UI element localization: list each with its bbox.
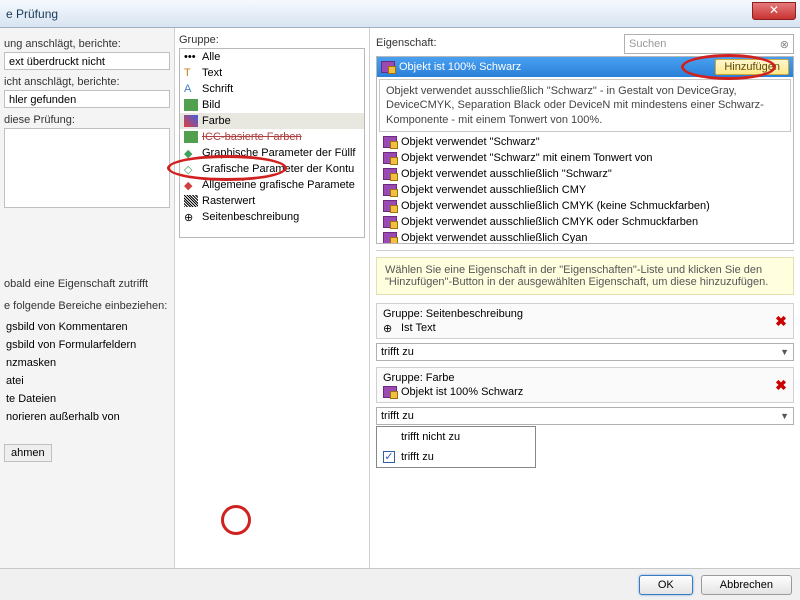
property-icon — [383, 136, 397, 148]
cond-prop: Ist Text — [401, 322, 436, 334]
chevron-down-icon: ▼ — [780, 347, 789, 357]
property-icon — [383, 184, 397, 196]
group-item-font[interactable]: ASchrift — [180, 81, 364, 97]
search-input[interactable]: Suchen ⊗ — [624, 34, 794, 54]
group-item-fill[interactable]: ◆Graphische Parameter der Füllf — [180, 145, 364, 161]
hint-text: Wählen Sie eine Eigenschaft in der "Eige… — [376, 257, 794, 295]
property-row[interactable]: Objekt verwendet ausschließlich Cyan — [377, 230, 793, 244]
page-icon: ⊕ — [383, 322, 397, 334]
property-row[interactable]: Objekt verwendet ausschließlich "Schwarz… — [377, 166, 793, 182]
page-icon: ⊕ — [184, 211, 198, 223]
clear-icon[interactable]: ⊗ — [780, 38, 789, 51]
property-icon — [383, 168, 397, 180]
cond-group: Gruppe: Farbe — [383, 372, 787, 384]
color-icon — [184, 115, 198, 127]
list-item[interactable]: nzmasken — [4, 354, 170, 372]
report-miss-input[interactable]: hler gefunden — [4, 90, 170, 108]
text-icon: T — [184, 67, 198, 79]
ok-button[interactable]: OK — [639, 575, 693, 595]
diamond-icon: ◆ — [184, 179, 198, 191]
group-item-icc[interactable]: ICC-basierte Farben — [180, 129, 364, 145]
property-row[interactable]: Objekt verwendet "Schwarz" — [377, 134, 793, 150]
property-icon — [383, 232, 397, 244]
areas-list: gsbild von Kommentaren gsbild von Formul… — [4, 318, 170, 426]
cond-group: Gruppe: Seitenbeschreibung — [383, 308, 787, 320]
groups-panel: Gruppe: •••Alle TText ASchrift Bild Farb… — [175, 28, 370, 568]
group-item-all[interactable]: •••Alle — [180, 49, 364, 65]
chevron-down-icon: ▼ — [780, 411, 789, 421]
check-icon: ✓ — [383, 451, 395, 463]
dropdown-list[interactable]: trifft nicht zu ✓trifft zu — [376, 426, 536, 468]
list-item[interactable]: atei — [4, 372, 170, 390]
cond-prop: Objekt ist 100% Schwarz — [401, 386, 523, 398]
match-dropdown-2[interactable]: trifft zu▼ — [376, 407, 794, 425]
add-button[interactable]: Hinzufügen — [715, 59, 789, 75]
match-dropdown-1[interactable]: trifft zu▼ — [376, 343, 794, 361]
groups-list[interactable]: •••Alle TText ASchrift Bild Farbe ICC-ba… — [179, 48, 365, 238]
close-button[interactable]: ✕ — [752, 2, 796, 20]
property-icon — [381, 61, 395, 73]
group-item-color[interactable]: Farbe — [180, 113, 364, 129]
dialog-footer: OK Abbrechen — [0, 568, 800, 600]
frames-button[interactable]: ahmen — [4, 444, 52, 462]
label: diese Prüfung: — [4, 114, 170, 126]
condition-block-2: Gruppe: Farbe Objekt ist 100% Schwarz ✖ — [376, 367, 794, 403]
image-icon — [184, 99, 198, 111]
property-row[interactable]: Objekt verwendet ausschließlich CMYK ode… — [377, 214, 793, 230]
label: ung anschlägt, berichte: — [4, 38, 170, 50]
delete-button[interactable]: ✖ — [773, 313, 789, 329]
group-item-image[interactable]: Bild — [180, 97, 364, 113]
titlebar: e Prüfung ✕ — [0, 0, 800, 28]
label: e folgende Bereiche einbeziehen: — [4, 300, 170, 312]
property-description: Objekt verwendet ausschließlich "Schwarz… — [379, 79, 791, 132]
fill-icon: ◆ — [184, 147, 198, 159]
window-title: e Prüfung — [6, 7, 58, 21]
label: icht anschlägt, berichte: — [4, 76, 170, 88]
property-selected[interactable]: Objekt ist 100% Schwarz Hinzufügen — [377, 57, 793, 77]
properties-list[interactable]: Objekt ist 100% Schwarz Hinzufügen Objek… — [376, 56, 794, 244]
list-item[interactable]: gsbild von Kommentaren — [4, 318, 170, 336]
property-icon — [383, 200, 397, 212]
group-item-general[interactable]: ◆Allgemeine grafische Paramete — [180, 177, 364, 193]
report-hit-input[interactable]: ext überdruckt nicht — [4, 52, 170, 70]
properties-panel: Eigenschaft: Suchen ⊗ Objekt ist 100% Sc… — [370, 28, 800, 568]
property-icon — [383, 386, 397, 398]
dropdown-option[interactable]: trifft nicht zu — [377, 427, 535, 447]
stroke-icon: ◇ — [184, 163, 198, 175]
props-label: Eigenschaft: — [376, 37, 437, 49]
group-item-stroke[interactable]: ◇Grafische Parameter der Kontu — [180, 161, 364, 177]
group-item-pagedesc[interactable]: ⊕Seitenbeschreibung — [180, 209, 364, 225]
check-desc-input[interactable] — [4, 128, 170, 208]
delete-button[interactable]: ✖ — [773, 377, 789, 393]
list-item[interactable]: te Dateien — [4, 390, 170, 408]
cancel-button[interactable]: Abbrechen — [701, 575, 792, 595]
property-row[interactable]: Objekt verwendet "Schwarz" mit einem Ton… — [377, 150, 793, 166]
halftone-icon — [184, 195, 198, 207]
list-item[interactable]: gsbild von Formularfeldern — [4, 336, 170, 354]
list-item[interactable]: norieren außerhalb von — [4, 408, 170, 426]
property-row[interactable]: Objekt verwendet ausschließlich CMYK (ke… — [377, 198, 793, 214]
property-icon — [383, 152, 397, 164]
dropdown-option-selected[interactable]: ✓trifft zu — [377, 447, 535, 467]
group-item-halftone[interactable]: Rasterwert — [180, 193, 364, 209]
left-panel: ung anschlägt, berichte: ext überdruckt … — [0, 28, 175, 568]
property-icon — [383, 216, 397, 228]
property-row[interactable]: Objekt verwendet ausschließlich CMY — [377, 182, 793, 198]
group-item-text[interactable]: TText — [180, 65, 364, 81]
icc-icon — [184, 131, 198, 143]
font-icon: A — [184, 83, 198, 95]
condition-block-1: Gruppe: Seitenbeschreibung ⊕ Ist Text ✖ — [376, 303, 794, 339]
label: obald eine Eigenschaft zutrifft — [4, 278, 170, 290]
groups-label: Gruppe: — [179, 34, 365, 46]
dots-icon: ••• — [184, 51, 198, 63]
